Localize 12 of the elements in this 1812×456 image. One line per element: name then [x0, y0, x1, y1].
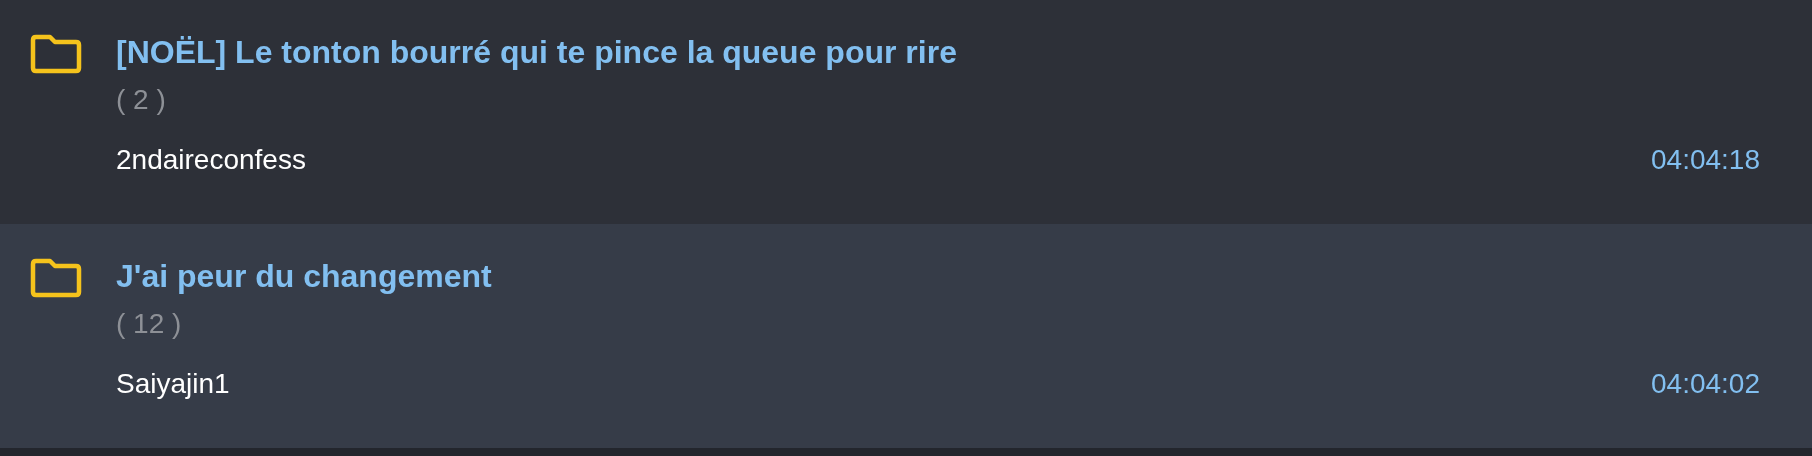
post-time: 04:04:02 [1651, 367, 1760, 401]
folder-icon [30, 34, 82, 74]
reply-count: ( 2 ) [116, 83, 166, 117]
author-name[interactable]: Saiyajin1 [116, 366, 230, 402]
topic-title[interactable]: [NOËL] Le tonton bourré qui te pince la queue pour rire [116, 30, 957, 74]
topic-title[interactable]: J'ai peur du changement [116, 254, 492, 298]
post-time: 04:04:18 [1651, 143, 1760, 177]
topic-row[interactable]: [NOËL] Le tonton bourré qui te pince la queue pour rire ( 2 ) 2ndaireconfess 04:04:18 [0, 0, 1812, 224]
author-name[interactable]: 2ndaireconfess [116, 142, 306, 178]
reply-count: ( 12 ) [116, 307, 182, 341]
topic-row[interactable]: J'ai peur du changement ( 12 ) Saiyajin1 04:04:02 [0, 224, 1812, 448]
folder-icon [30, 258, 82, 298]
